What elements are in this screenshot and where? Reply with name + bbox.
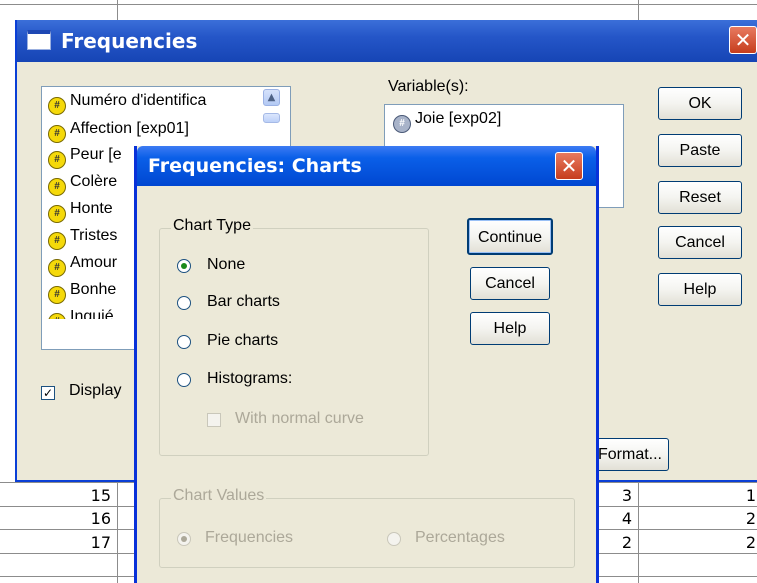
variable-label: Honte (70, 200, 113, 217)
list-item[interactable]: # Tristes (48, 224, 118, 250)
data-cell[interactable]: 2 (638, 507, 757, 530)
scale-variable-icon: # (48, 313, 66, 319)
variable-label: Tristes (70, 227, 118, 244)
cancel-button[interactable]: Cancel (470, 267, 550, 300)
radio-pie-charts[interactable] (177, 335, 191, 349)
variable-label: Numéro d'identifica (70, 92, 207, 109)
scale-variable-icon: # (48, 178, 66, 196)
radio-frequencies[interactable] (177, 532, 191, 546)
close-icon[interactable]: ✕ (555, 152, 583, 180)
charts-dialog: Frequencies: Charts ✕ Chart Type None Ba… (134, 146, 599, 583)
frequencies-titlebar[interactable]: Frequencies ✕ (17, 20, 757, 62)
variable-label: Peur [e (70, 146, 122, 163)
normal-curve-checkbox[interactable] (207, 413, 221, 427)
list-item[interactable]: # Amour (48, 251, 118, 277)
variable-label: Affection [exp01] (70, 120, 189, 137)
data-cell[interactable]: 1 (638, 484, 757, 507)
variable-label: Colère (70, 173, 118, 190)
variable-label: Amour (70, 254, 118, 271)
row-number-cell[interactable]: 17 (40, 531, 117, 554)
radio-frequencies-label: Frequencies (205, 529, 294, 546)
variables-label: Variable(s): (388, 78, 469, 95)
radio-percentages[interactable] (387, 532, 401, 546)
display-checkbox-label: Display (69, 382, 122, 399)
scale-variable-icon: # (48, 286, 66, 304)
radio-selected-dot (181, 263, 187, 269)
list-item[interactable]: # Inquié (48, 305, 114, 319)
scroll-up-icon[interactable]: ▲ (263, 89, 280, 106)
radio-selected-dot (181, 536, 187, 542)
row-number-cell[interactable]: 16 (40, 507, 117, 530)
scale-variable-icon: # (48, 232, 66, 250)
radio-pie-charts-label: Pie charts (207, 332, 279, 349)
charts-title: Frequencies: Charts (148, 155, 362, 177)
list-item[interactable]: # Colère (48, 170, 118, 196)
chart-type-legend: Chart Type (171, 217, 253, 235)
radio-percentages-label: Percentages (415, 529, 505, 546)
help-button[interactable]: Help (470, 312, 550, 345)
grid-line (0, 4, 757, 5)
help-button[interactable]: Help (658, 273, 742, 306)
scrollbar-thumb[interactable] (263, 113, 280, 123)
row-number-cell[interactable]: 15 (40, 484, 117, 507)
scale-variable-icon: # (48, 151, 66, 169)
radio-histograms-label: Histograms: (207, 370, 293, 387)
radio-histograms[interactable] (177, 373, 191, 387)
close-icon[interactable]: ✕ (729, 26, 757, 54)
scale-variable-icon: # (48, 125, 66, 143)
paste-button[interactable]: Paste (658, 134, 742, 167)
scale-variable-icon: # (48, 205, 66, 223)
radio-none-label: None (207, 256, 246, 273)
scale-variable-icon: # (48, 259, 66, 277)
variable-label: Inquié (70, 308, 114, 319)
display-checkbox[interactable]: ✓ (41, 386, 55, 400)
ok-button[interactable]: OK (658, 87, 742, 120)
variable-label: Bonhe (70, 281, 117, 298)
charts-titlebar[interactable]: Frequencies: Charts ✕ (137, 146, 596, 186)
scale-variable-icon: # (48, 97, 66, 115)
data-cell[interactable]: 2 (638, 531, 757, 554)
chart-values-legend: Chart Values (171, 487, 267, 505)
cancel-button[interactable]: Cancel (658, 226, 742, 259)
list-item[interactable]: # Numéro d'identifica (48, 89, 207, 115)
continue-button[interactable]: Continue (467, 218, 553, 255)
radio-bar-charts[interactable] (177, 296, 191, 310)
list-item[interactable]: # Joie [exp02] (393, 107, 502, 133)
frequencies-title: Frequencies (61, 29, 198, 53)
window-icon (27, 30, 51, 50)
radio-none[interactable] (177, 259, 191, 273)
list-item[interactable]: # Bonhe (48, 278, 117, 304)
radio-bar-charts-label: Bar charts (207, 293, 280, 310)
scale-variable-icon: # (393, 115, 411, 133)
list-item[interactable]: # Peur [e (48, 143, 122, 169)
variable-label: Joie [exp02] (415, 110, 502, 127)
reset-button[interactable]: Reset (658, 181, 742, 214)
normal-curve-label: With normal curve (235, 410, 364, 427)
list-item[interactable]: # Affection [exp01] (48, 117, 189, 143)
list-item[interactable]: # Honte (48, 197, 113, 223)
